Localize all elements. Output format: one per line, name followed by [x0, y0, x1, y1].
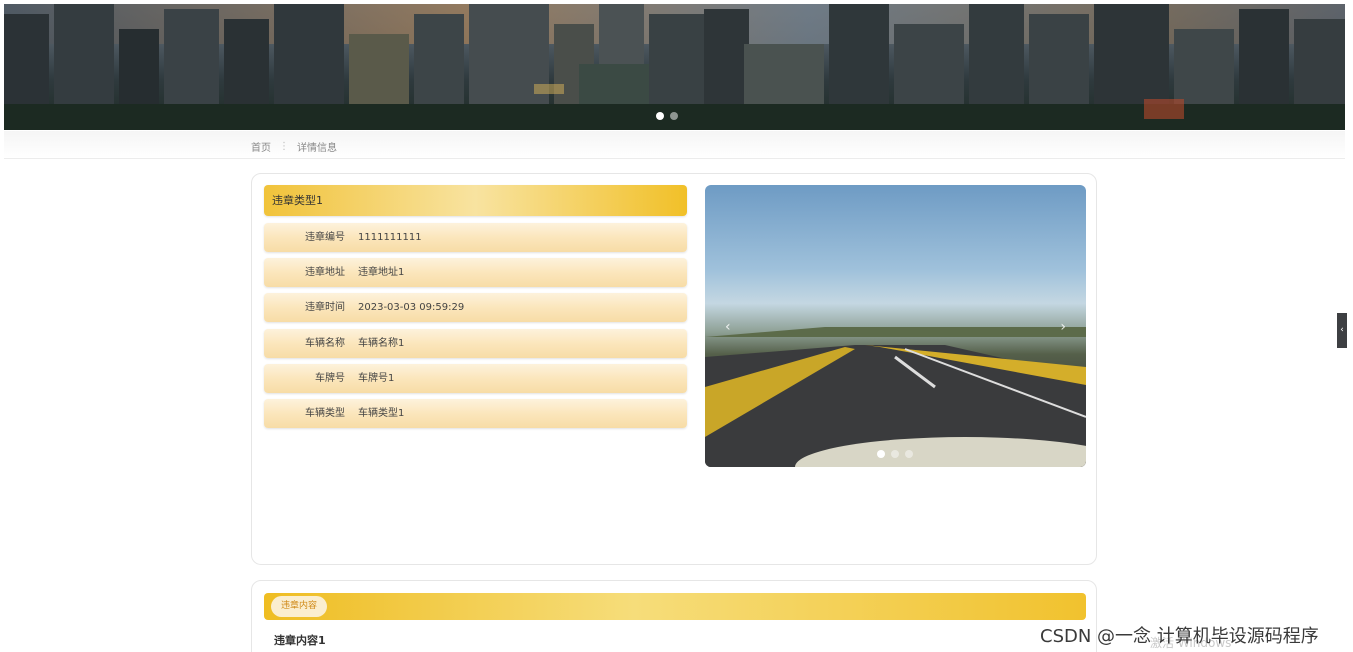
breadcrumb: 首页 ⋮ 详情信息: [251, 139, 337, 154]
side-collapse-tab[interactable]: ‹: [1337, 313, 1347, 348]
content-card: 违章内容 违章内容1: [251, 580, 1097, 652]
info-value: 车辆名称1: [358, 338, 405, 349]
info-row-number: 违章编号 1111111111: [264, 223, 687, 252]
breadcrumb-home-link[interactable]: 首页: [251, 139, 271, 154]
carousel-dot-3[interactable]: [905, 450, 913, 458]
banner-dot-1[interactable]: [656, 112, 664, 120]
info-value: 车牌号1: [358, 373, 395, 384]
carousel-prev-arrow[interactable]: ‹: [725, 319, 731, 335]
info-row-plate: 车牌号 车牌号1: [264, 364, 687, 393]
info-value: 2023-03-03 09:59:29: [358, 302, 465, 313]
detail-card: 违章类型1 违章编号 1111111111 违章地址 违章地址1 违章时间 20…: [251, 173, 1097, 565]
highway-photo: [705, 327, 1086, 467]
carousel-dot-1[interactable]: [877, 450, 885, 458]
csdn-watermark: CSDN @一念 计算机毕设源码程序: [1040, 626, 1319, 647]
info-label: 违章地址: [305, 267, 345, 278]
detail-title: 违章类型1: [264, 185, 687, 216]
info-label: 违章时间: [305, 302, 345, 313]
image-carousel[interactable]: ‹ ›: [705, 185, 1086, 467]
info-value: 1111111111: [358, 232, 422, 243]
info-value: 车辆类型1: [358, 408, 405, 419]
info-row-vehicle-name: 车辆名称 车辆名称1: [264, 329, 687, 358]
info-label: 违章编号: [305, 232, 345, 243]
banner-carousel-dots: [656, 112, 678, 120]
info-value: 违章地址1: [358, 267, 405, 278]
info-row-address: 违章地址 违章地址1: [264, 258, 687, 287]
breadcrumb-current: 详情信息: [297, 143, 337, 154]
info-label: 车牌号: [315, 373, 345, 384]
header-banner: [4, 4, 1345, 130]
banner-dot-2[interactable]: [670, 112, 678, 120]
info-row-vehicle-type: 车辆类型 车辆类型1: [264, 399, 687, 428]
info-label: 车辆类型: [305, 408, 345, 419]
carousel-dots: [877, 450, 913, 458]
content-header-bar: 违章内容: [264, 593, 1086, 620]
breadcrumb-separator: ⋮: [279, 141, 289, 152]
info-label: 车辆名称: [305, 338, 345, 349]
content-tab[interactable]: 违章内容: [271, 596, 328, 617]
info-row-time: 违章时间 2023-03-03 09:59:29: [264, 293, 687, 322]
carousel-next-arrow[interactable]: ›: [1060, 319, 1066, 335]
carousel-dot-2[interactable]: [891, 450, 899, 458]
content-text: 违章内容1: [274, 634, 326, 647]
breadcrumb-bar: 首页 ⋮ 详情信息: [4, 131, 1345, 159]
